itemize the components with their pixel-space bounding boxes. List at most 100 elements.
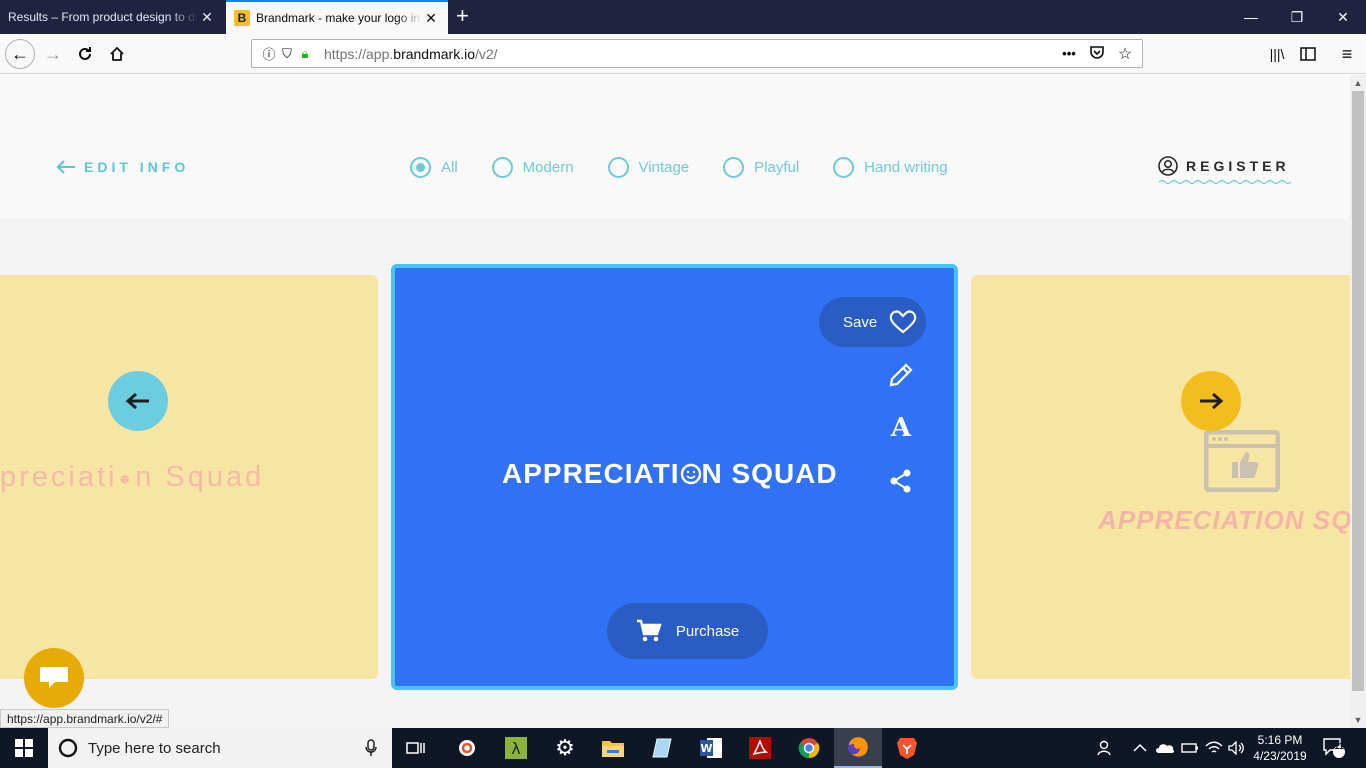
menu-icon[interactable]: ≡ [1332,39,1362,69]
chat-icon [40,667,68,688]
edit-pencil-icon[interactable] [886,360,916,390]
register-link[interactable]: REGISTER [1158,156,1290,176]
chrome-app-icon[interactable] [785,728,833,768]
task-view-icon[interactable] [392,728,440,768]
radio-all[interactable] [410,157,431,178]
brandmark-favicon-icon: B [234,10,250,26]
arrow-left-icon [125,392,149,410]
filter-hand-writing[interactable]: Hand writing [833,157,948,178]
origin-app-icon[interactable] [443,728,491,768]
heart-icon [889,310,917,334]
cortana-icon [58,738,78,758]
microphone-icon[interactable] [364,739,378,757]
filter-modern[interactable]: Modern [491,157,574,178]
windows-taskbar: Type here to search λ ⚙ W 5:16 PM 4/23/2… [0,728,1366,768]
style-filters: All Modern Vintage Playful Hand writing [410,157,982,178]
tab-results[interactable]: Results – From product design to di ✕ [0,0,224,34]
tab-title: Brandmark - make your logo in [256,11,421,25]
page-actions-icon[interactable]: ••• [1060,46,1078,61]
sidebar-icon[interactable] [1293,39,1323,69]
pocket-icon[interactable] [1088,44,1106,63]
edit-info-link[interactable]: EDIT INFO [56,159,189,175]
firefox-app-icon[interactable] [834,728,882,768]
taskbar-search-box[interactable]: Type here to search [48,728,392,768]
tab-title: Results – From product design to di [8,10,198,24]
bookmark-star-icon[interactable]: ☆ [1116,44,1134,64]
word-app-icon[interactable]: W [687,728,735,768]
chevron-up-icon[interactable] [1133,728,1147,768]
arrow-left-icon [56,160,75,174]
filter-label: Vintage [638,159,690,176]
notepad-app-icon[interactable] [638,728,686,768]
browser-thumbs-up-icon [1204,430,1280,492]
acrobat-app-icon[interactable] [736,728,784,768]
minimize-icon[interactable]: — [1228,0,1274,34]
font-icon[interactable]: A [886,413,916,443]
window-close-icon[interactable]: ✕ [1320,0,1366,34]
forward-icon[interactable]: → [38,39,68,69]
brave-app-icon[interactable] [883,728,931,768]
center-logo-text: APPRECIATI N SQUAD [502,458,838,489]
tab-brandmark[interactable]: B Brandmark - make your logo in ✕ [226,0,448,34]
new-tab-icon[interactable]: + [456,5,469,27]
cart-icon [636,619,662,642]
user-icon [1158,156,1178,176]
arrow-right-icon [1200,392,1224,410]
taskbar-clock[interactable]: 5:16 PM 4/23/2019 [1248,732,1312,764]
reload-icon[interactable] [70,39,100,69]
start-button[interactable] [0,728,48,768]
chat-widget-button[interactable] [24,648,84,708]
svg-text:W: W [700,742,712,755]
radio-vintage[interactable] [607,157,629,178]
register-label: REGISTER [1186,158,1290,174]
library-icon[interactable]: |||\ [1262,39,1292,69]
purchase-button[interactable]: Purchase [607,603,768,659]
save-button[interactable]: Save [819,297,926,347]
close-icon[interactable]: ✕ [422,10,440,27]
right-logo-text: APPRECIATION SQU [1098,505,1350,535]
filter-label: Playful [754,159,800,176]
radio-playful[interactable] [723,157,745,178]
wifi-icon[interactable] [1205,728,1223,768]
radio-hand-writing[interactable] [833,157,855,178]
back-icon[interactable]: ← [5,39,35,69]
close-icon[interactable]: ✕ [198,9,216,26]
home-icon[interactable] [102,39,132,69]
browser-nav-bar: ← → ⓘ ⛉ 🔒︎ https://app.brandmark.io/v2/ … [0,34,1366,74]
info-icon[interactable]: ⓘ [260,44,278,63]
onedrive-cloud-icon[interactable] [1155,728,1175,768]
share-icon[interactable] [886,466,916,496]
url-text[interactable]: https://app.brandmark.io/v2/ [324,46,1060,62]
scroll-down-icon[interactable]: ▼ [1350,712,1366,728]
page-header: EDIT INFO All Modern Vintage Playful Han… [0,75,1350,219]
next-logo-button[interactable] [1181,371,1241,431]
filter-vintage[interactable]: Vintage [607,157,690,178]
filter-label: Hand writing [864,159,948,176]
page-scrollbar[interactable]: ▲ ▼ [1350,75,1366,728]
logo-card-next[interactable] [971,275,1350,679]
action-center-icon[interactable]: 11 [1322,728,1346,768]
people-icon[interactable] [1096,728,1114,768]
clock-date: 4/23/2019 [1253,749,1307,763]
volume-icon[interactable] [1228,728,1246,768]
file-explorer-icon[interactable] [589,728,637,768]
brandmark-page: EDIT INFO All Modern Vintage Playful Han… [0,75,1350,728]
save-label: Save [843,313,878,331]
restore-icon[interactable]: ❐ [1274,0,1320,34]
url-bar[interactable]: ⓘ ⛉ 🔒︎ https://app.brandmark.io/v2/ ••• … [251,39,1143,68]
clock-time: 5:16 PM [1257,733,1303,747]
filter-all[interactable]: All [410,157,458,178]
scroll-up-icon[interactable]: ▲ [1350,75,1366,91]
tracking-shield-icon[interactable]: ⛉ [278,46,296,62]
lock-icon[interactable]: 🔒︎ [296,46,314,62]
notification-count: 11 [1334,741,1344,751]
purchase-label: Purchase [675,622,740,640]
radio-modern[interactable] [491,157,513,178]
settings-gear-icon[interactable]: ⚙ [541,728,589,768]
filter-playful[interactable]: Playful [723,157,799,178]
windows-logo-icon [15,739,33,757]
previous-logo-button[interactable] [108,371,168,431]
scroll-thumb[interactable] [1352,91,1364,691]
battery-icon[interactable] [1181,728,1199,768]
lambda-app-icon[interactable]: λ [492,728,540,768]
